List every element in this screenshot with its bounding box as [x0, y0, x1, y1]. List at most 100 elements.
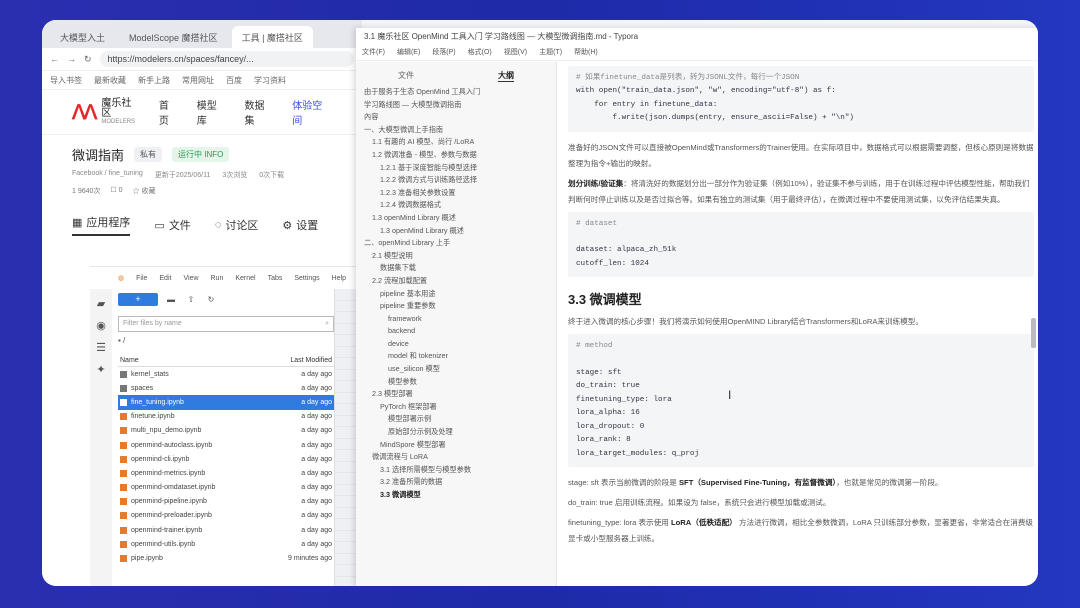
- outline-item[interactable]: framework: [356, 313, 556, 326]
- tab-files[interactable]: 文件: [398, 70, 414, 82]
- file-row[interactable]: multi_npu_demo.ipynb a day ago: [118, 424, 334, 438]
- code-block[interactable]: # method stage: sft do_train: true finet…: [568, 334, 1034, 467]
- extension-icon[interactable]: ✦: [94, 363, 108, 377]
- outline-item[interactable]: 1.1 有趣的 AI 模型、尚行 /LoRA: [356, 136, 556, 149]
- commands-icon[interactable]: ☰: [94, 341, 108, 355]
- code-block[interactable]: # 如果finetune_data是列表，转为JSONL文件，每行一个JSON …: [568, 66, 1034, 132]
- outline-item[interactable]: 2.2 流程加载配置: [356, 275, 556, 288]
- scrollbar-thumb[interactable]: [1031, 318, 1036, 348]
- menu-item[interactable]: View: [183, 275, 198, 282]
- running-icon[interactable]: ◉: [94, 319, 108, 333]
- outline-item[interactable]: 原始部分示例及处理: [356, 426, 556, 439]
- outline-item[interactable]: 1.2.3 准备相关参数设置: [356, 187, 556, 200]
- menu-item[interactable]: Tabs: [268, 275, 283, 282]
- bookmark[interactable]: 新手上路: [138, 75, 170, 86]
- menu-item[interactable]: File: [136, 275, 147, 282]
- outline-item[interactable]: device: [356, 338, 556, 351]
- outline-item[interactable]: 2.1 模型说明: [356, 250, 556, 263]
- filter-input[interactable]: Filter files by name ⌕: [118, 316, 334, 332]
- outline-item[interactable]: MindSpore 模型部署: [356, 439, 556, 452]
- menu-file[interactable]: 文件(F): [362, 47, 385, 57]
- bookmark[interactable]: 学习资料: [254, 75, 286, 86]
- file-row[interactable]: openmind-cli.ipynb a day ago: [118, 452, 334, 466]
- outline-item[interactable]: 1.2.1 基于深度智能与模型选择: [356, 162, 556, 175]
- menu-format[interactable]: 格式(O): [468, 47, 492, 57]
- outline-item[interactable]: use_silicon 模型: [356, 363, 556, 376]
- bookmark[interactable]: 常用网址: [182, 75, 214, 86]
- upload-icon[interactable]: ⇧: [184, 295, 198, 304]
- nav-datasets[interactable]: 数据集: [245, 97, 275, 127]
- outline-item[interactable]: 3.1 选择所需模型与模型参数: [356, 464, 556, 477]
- menu-paragraph[interactable]: 段落(P): [432, 47, 455, 57]
- file-row[interactable]: openmind-trainer.ipynb a day ago: [118, 523, 334, 537]
- file-row[interactable]: fine_tuning.ipynb a day ago: [118, 395, 334, 410]
- column-name[interactable]: Name: [120, 357, 139, 364]
- menu-view[interactable]: 视图(V): [504, 47, 527, 57]
- back-icon[interactable]: ←: [50, 54, 59, 64]
- outline-item[interactable]: 微调流程与 LoRA: [356, 451, 556, 464]
- outline-item[interactable]: 3.3 微调模型: [356, 489, 556, 502]
- outline-item[interactable]: 数据集下载: [356, 262, 556, 275]
- outline-item[interactable]: 1.2 微调准备 - 模型、参数与数据: [356, 149, 556, 162]
- file-row[interactable]: openmind-omdataset.ipynb a day ago: [118, 481, 334, 495]
- new-folder-icon[interactable]: ▬: [164, 295, 178, 304]
- browser-tab-2[interactable]: ModelScope 魔搭社区: [119, 26, 228, 48]
- outline-item[interactable]: pipeline 重要参数: [356, 300, 556, 313]
- outline-item[interactable]: 学习路线图 — 大模型微调指南: [356, 99, 556, 112]
- tab-files[interactable]: ▭ 文件: [154, 214, 190, 236]
- folder-icon[interactable]: ▰: [94, 297, 108, 311]
- outline-item[interactable]: 1.2.2 微调方式与训练路径选择: [356, 174, 556, 187]
- menu-edit[interactable]: 编辑(E): [397, 47, 420, 57]
- file-row[interactable]: openmind-pipeline.ipynb a day ago: [118, 495, 334, 509]
- file-row[interactable]: openmind-utils.ipynb a day ago: [118, 537, 334, 551]
- outline-item[interactable]: 由于服务于生态 OpenMind 工具入门: [356, 86, 556, 99]
- file-row[interactable]: openmind-autoclass.ipynb a day ago: [118, 438, 334, 452]
- code-block[interactable]: # dataset dataset: alpaca_zh_51k cutoff_…: [568, 211, 1034, 278]
- outline-item[interactable]: 3.2 准备所需的数据: [356, 476, 556, 489]
- file-row[interactable]: kernel_stats a day ago: [118, 367, 334, 381]
- menu-help[interactable]: 帮助(H): [574, 47, 598, 57]
- outline-item[interactable]: 二、openMind Library 上手: [356, 237, 556, 250]
- file-row[interactable]: openmind-preloader.ipynb a day ago: [118, 509, 334, 523]
- menu-item[interactable]: Help: [332, 275, 346, 282]
- nav-home[interactable]: 首页: [159, 97, 179, 127]
- nav-models[interactable]: 模型库: [197, 97, 227, 127]
- outline-item[interactable]: backend: [356, 325, 556, 338]
- breadcrumb[interactable]: ▪ /: [118, 336, 334, 345]
- site-logo[interactable]: ᐱᐱ 魔乐社区 MODELERS: [72, 99, 141, 126]
- outline-item[interactable]: model 和 tokenizer: [356, 350, 556, 363]
- nav-spaces[interactable]: 体验空间: [292, 97, 332, 127]
- tab-outline[interactable]: 大纲: [498, 70, 514, 82]
- menu-theme[interactable]: 主题(T): [539, 47, 562, 57]
- outline-item[interactable]: 一、大模型微调上手指南: [356, 124, 556, 137]
- browser-tab-1[interactable]: 大模型入土: [50, 26, 115, 48]
- file-row[interactable]: openmind-metrics.ipynb a day ago: [118, 466, 334, 480]
- url-field[interactable]: https://modelers.cn/spaces/fancey/...: [99, 51, 354, 67]
- tab-app[interactable]: ▦ 应用程序: [72, 214, 131, 236]
- menu-item[interactable]: Run: [211, 275, 224, 282]
- tab-discussion[interactable]: ◌ 讨论区: [215, 214, 259, 236]
- new-launcher-button[interactable]: +: [118, 293, 158, 306]
- bookmark[interactable]: 百度: [226, 75, 242, 86]
- bookmark[interactable]: 导入书签: [50, 75, 82, 86]
- menu-item[interactable]: Settings: [294, 275, 319, 282]
- outline-item[interactable]: 內容: [356, 111, 556, 124]
- browser-tab-3[interactable]: 工具 | 魔搭社区: [231, 26, 313, 48]
- stat-favorite[interactable]: ☆ 收藏: [133, 186, 156, 196]
- tab-settings[interactable]: ⚙ 设置: [282, 214, 318, 236]
- outline-item[interactable]: 2.3 模型部署: [356, 388, 556, 401]
- file-row[interactable]: pipe.ipynb 9 minutes ago: [118, 551, 334, 565]
- reload-icon[interactable]: ↻: [84, 54, 92, 65]
- outline-item[interactable]: 1.3 openMind Library 概述: [356, 212, 556, 225]
- menu-item[interactable]: Edit: [159, 275, 171, 282]
- file-row[interactable]: finetune.ipynb a day ago: [118, 410, 334, 424]
- outline-item[interactable]: 1.3 openMind Library 概述: [356, 225, 556, 238]
- column-modified[interactable]: Last Modified: [290, 357, 332, 364]
- outline-item[interactable]: 1.2.4 微调数据格式: [356, 199, 556, 212]
- outline-item[interactable]: PyTorch 框架部署: [356, 401, 556, 414]
- stat-2[interactable]: ☐ 0: [110, 186, 122, 196]
- document-content[interactable]: # 如果finetune_data是列表，转为JSONL文件，每行一个JSON …: [568, 62, 1034, 586]
- outline-item[interactable]: 模型部署示例: [356, 413, 556, 426]
- forward-icon[interactable]: →: [67, 54, 76, 64]
- meta-owner[interactable]: Facebook / fine_tuning: [72, 170, 143, 180]
